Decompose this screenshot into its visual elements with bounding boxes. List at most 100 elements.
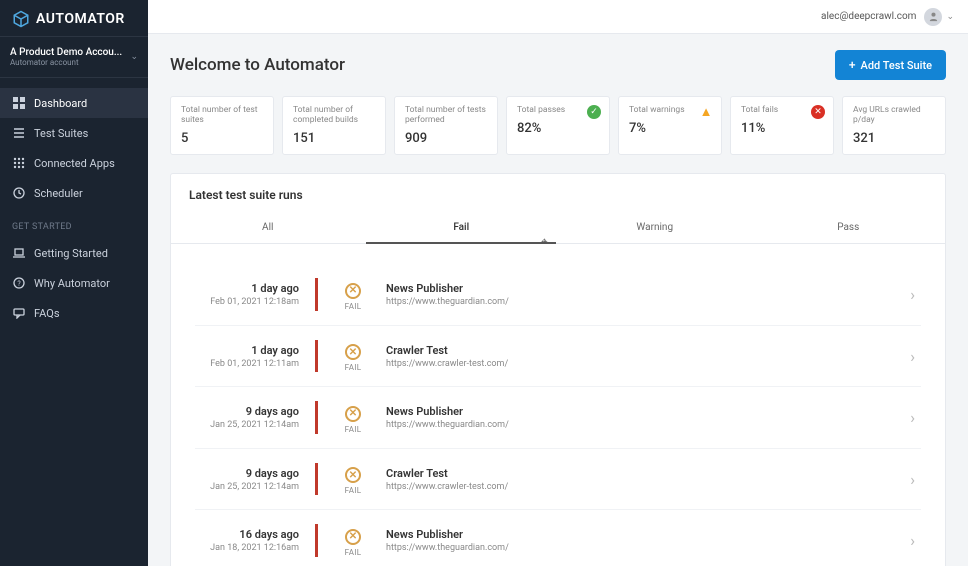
tab-all[interactable]: All [171, 214, 365, 243]
stat-card: Total fails11%✕ [730, 96, 834, 155]
run-name: News Publisher [386, 528, 910, 541]
stat-card: Total passes82%✓ [506, 96, 610, 155]
main: alec@deepcrawl.com ⌄ Welcome to Automato… [148, 0, 968, 566]
run-status: ✕FAIL [332, 340, 374, 373]
chevron-right-icon: › [910, 470, 921, 489]
status-bar [315, 463, 318, 496]
page-header: Welcome to Automator + Add Test Suite [170, 50, 946, 80]
stat-label: Total number of test suites [181, 105, 263, 125]
fail-icon: ✕ [345, 283, 361, 299]
stat-value: 11% [741, 121, 823, 136]
run-time: 16 days agoJan 18, 2021 12:16am [195, 528, 315, 553]
list-icon [12, 126, 26, 140]
run-name: Crawler Test [386, 344, 910, 357]
add-btn-label: Add Test Suite [861, 59, 932, 72]
chevron-right-icon: › [910, 347, 921, 366]
cube-icon [12, 10, 30, 28]
run-row[interactable]: 9 days agoJan 25, 2021 12:14am✕FAILNews … [195, 386, 921, 448]
runs-card: Latest test suite runs AllFail⌖WarningPa… [170, 173, 946, 566]
stat-value: 909 [405, 131, 487, 146]
run-time: 1 day agoFeb 01, 2021 12:11am [195, 344, 315, 369]
stat-card: Total number of tests performed 909 [394, 96, 498, 155]
stats-row: Total number of test suites5Total number… [170, 96, 946, 155]
status-bar [315, 340, 318, 373]
primary-nav: Dashboard Test Suites Connected Apps Sch… [0, 78, 148, 328]
stat-value: 82% [517, 121, 599, 136]
topbar: alec@deepcrawl.com ⌄ [148, 0, 968, 34]
run-url: https://www.theguardian.com/ [386, 543, 910, 553]
clock-icon [12, 186, 26, 200]
nav-label: Test Suites [34, 127, 88, 140]
stat-label: Total number of tests performed [405, 105, 487, 125]
run-date: Feb 01, 2021 12:11am [195, 359, 299, 369]
page-title: Welcome to Automator [170, 55, 345, 75]
nav-label: Connected Apps [34, 157, 115, 170]
run-info: News Publisherhttps://www.theguardian.co… [386, 405, 910, 430]
account-name: A Product Demo Accou... [10, 47, 122, 58]
brand-text: AUTOMATOR [36, 11, 125, 27]
run-info: Crawler Testhttps://www.crawler-test.com… [386, 467, 910, 492]
sidebar-item-connected-apps[interactable]: Connected Apps [0, 148, 148, 178]
check-icon: ✓ [587, 105, 601, 119]
sidebar-item-why-automator[interactable]: ? Why Automator [0, 268, 148, 298]
content: Welcome to Automator + Add Test Suite To… [148, 34, 968, 566]
run-time: 1 day ago Feb 01, 2021 12:18am [195, 282, 315, 307]
nav-label: Scheduler [34, 187, 83, 200]
tab-fail[interactable]: Fail⌖ [365, 214, 559, 243]
run-status-label: FAIL [332, 486, 374, 495]
run-date: Feb 01, 2021 12:18am [195, 297, 299, 307]
run-url: https://www.crawler-test.com/ [386, 482, 910, 492]
tabs: AllFail⌖WarningPass [171, 214, 945, 244]
chevron-right-icon: › [910, 531, 921, 550]
svg-text:?: ? [17, 280, 21, 288]
brand-logo[interactable]: AUTOMATOR [0, 0, 148, 36]
run-status: ✕ FAIL [332, 463, 374, 496]
account-switcher[interactable]: A Product Demo Accou... Automator accoun… [0, 36, 148, 78]
run-ago: 9 days ago [195, 405, 299, 418]
sidebar-item-dashboard[interactable]: Dashboard [0, 88, 148, 118]
stat-label: Total number of completed builds [293, 105, 375, 125]
add-test-suite-button[interactable]: + Add Test Suite [835, 50, 946, 80]
run-time: 9 days agoJan 25, 2021 12:14am [195, 467, 315, 492]
fail-icon: ✕ [345, 467, 361, 483]
stat-card: Total number of completed builds151 [282, 96, 386, 155]
warning-icon: ▲ [699, 105, 713, 119]
chevron-right-icon: › [910, 285, 921, 304]
run-row[interactable]: 9 days agoJan 25, 2021 12:14am ✕ FAIL Crawl… [195, 448, 921, 510]
sidebar-item-test-suites[interactable]: Test Suites [0, 118, 148, 148]
user-email: alec@deepcrawl.com [821, 11, 916, 22]
run-date: Jan 18, 2021 12:16am [195, 543, 299, 553]
chevron-right-icon: › [910, 408, 921, 427]
grid-icon [12, 156, 26, 170]
fail-icon: ✕ [345, 529, 361, 545]
stat-card: Total number of test suites5 [170, 96, 274, 155]
help-icon: ? [12, 276, 26, 290]
run-info: News Publisherhttps://www.theguardian.co… [386, 282, 910, 307]
run-status-label: FAIL [332, 548, 374, 557]
sidebar-item-getting-started[interactable]: Getting Started [0, 238, 148, 268]
run-ago: 9 days ago [195, 467, 299, 480]
tab-pass[interactable]: Pass [752, 214, 946, 243]
stat-card: Avg URLs crawled p/day321 [842, 96, 946, 155]
sidebar-item-scheduler[interactable]: Scheduler [0, 178, 148, 208]
run-url: https://www.crawler-test.com/ [386, 359, 910, 369]
user-avatar[interactable] [924, 8, 942, 26]
run-status: ✕ FAIL [332, 524, 374, 557]
run-row[interactable]: 1 day agoFeb 01, 2021 12:11am ✕FAIL Crawle… [195, 325, 921, 387]
stat-value: 321 [853, 131, 935, 146]
run-row[interactable]: 1 day agoFeb 01, 2021 12:18am✕FAILNews P… [195, 264, 921, 325]
runs-heading: Latest test suite runs [171, 174, 945, 214]
run-info: Crawler Test https://www.crawler-test.com… [386, 344, 910, 369]
run-row[interactable]: 16 days agoJan 18, 2021 12:16am ✕ FAIL News… [195, 509, 921, 566]
run-info: News Publisher https://www.theguardian.co… [386, 528, 910, 553]
run-url: https://www.theguardian.com/ [386, 297, 910, 307]
laptop-icon [12, 246, 26, 260]
cursor-icon: ⌖ [541, 235, 547, 249]
sidebar-item-faqs[interactable]: FAQs [0, 298, 148, 328]
status-bar [315, 524, 318, 557]
run-status-label: FAIL [332, 363, 374, 372]
run-ago: 1 day ago [195, 282, 299, 295]
tab-warning[interactable]: Warning [558, 214, 752, 243]
nav-label: Getting Started [34, 247, 108, 260]
chevron-down-icon[interactable]: ⌄ [946, 12, 954, 22]
